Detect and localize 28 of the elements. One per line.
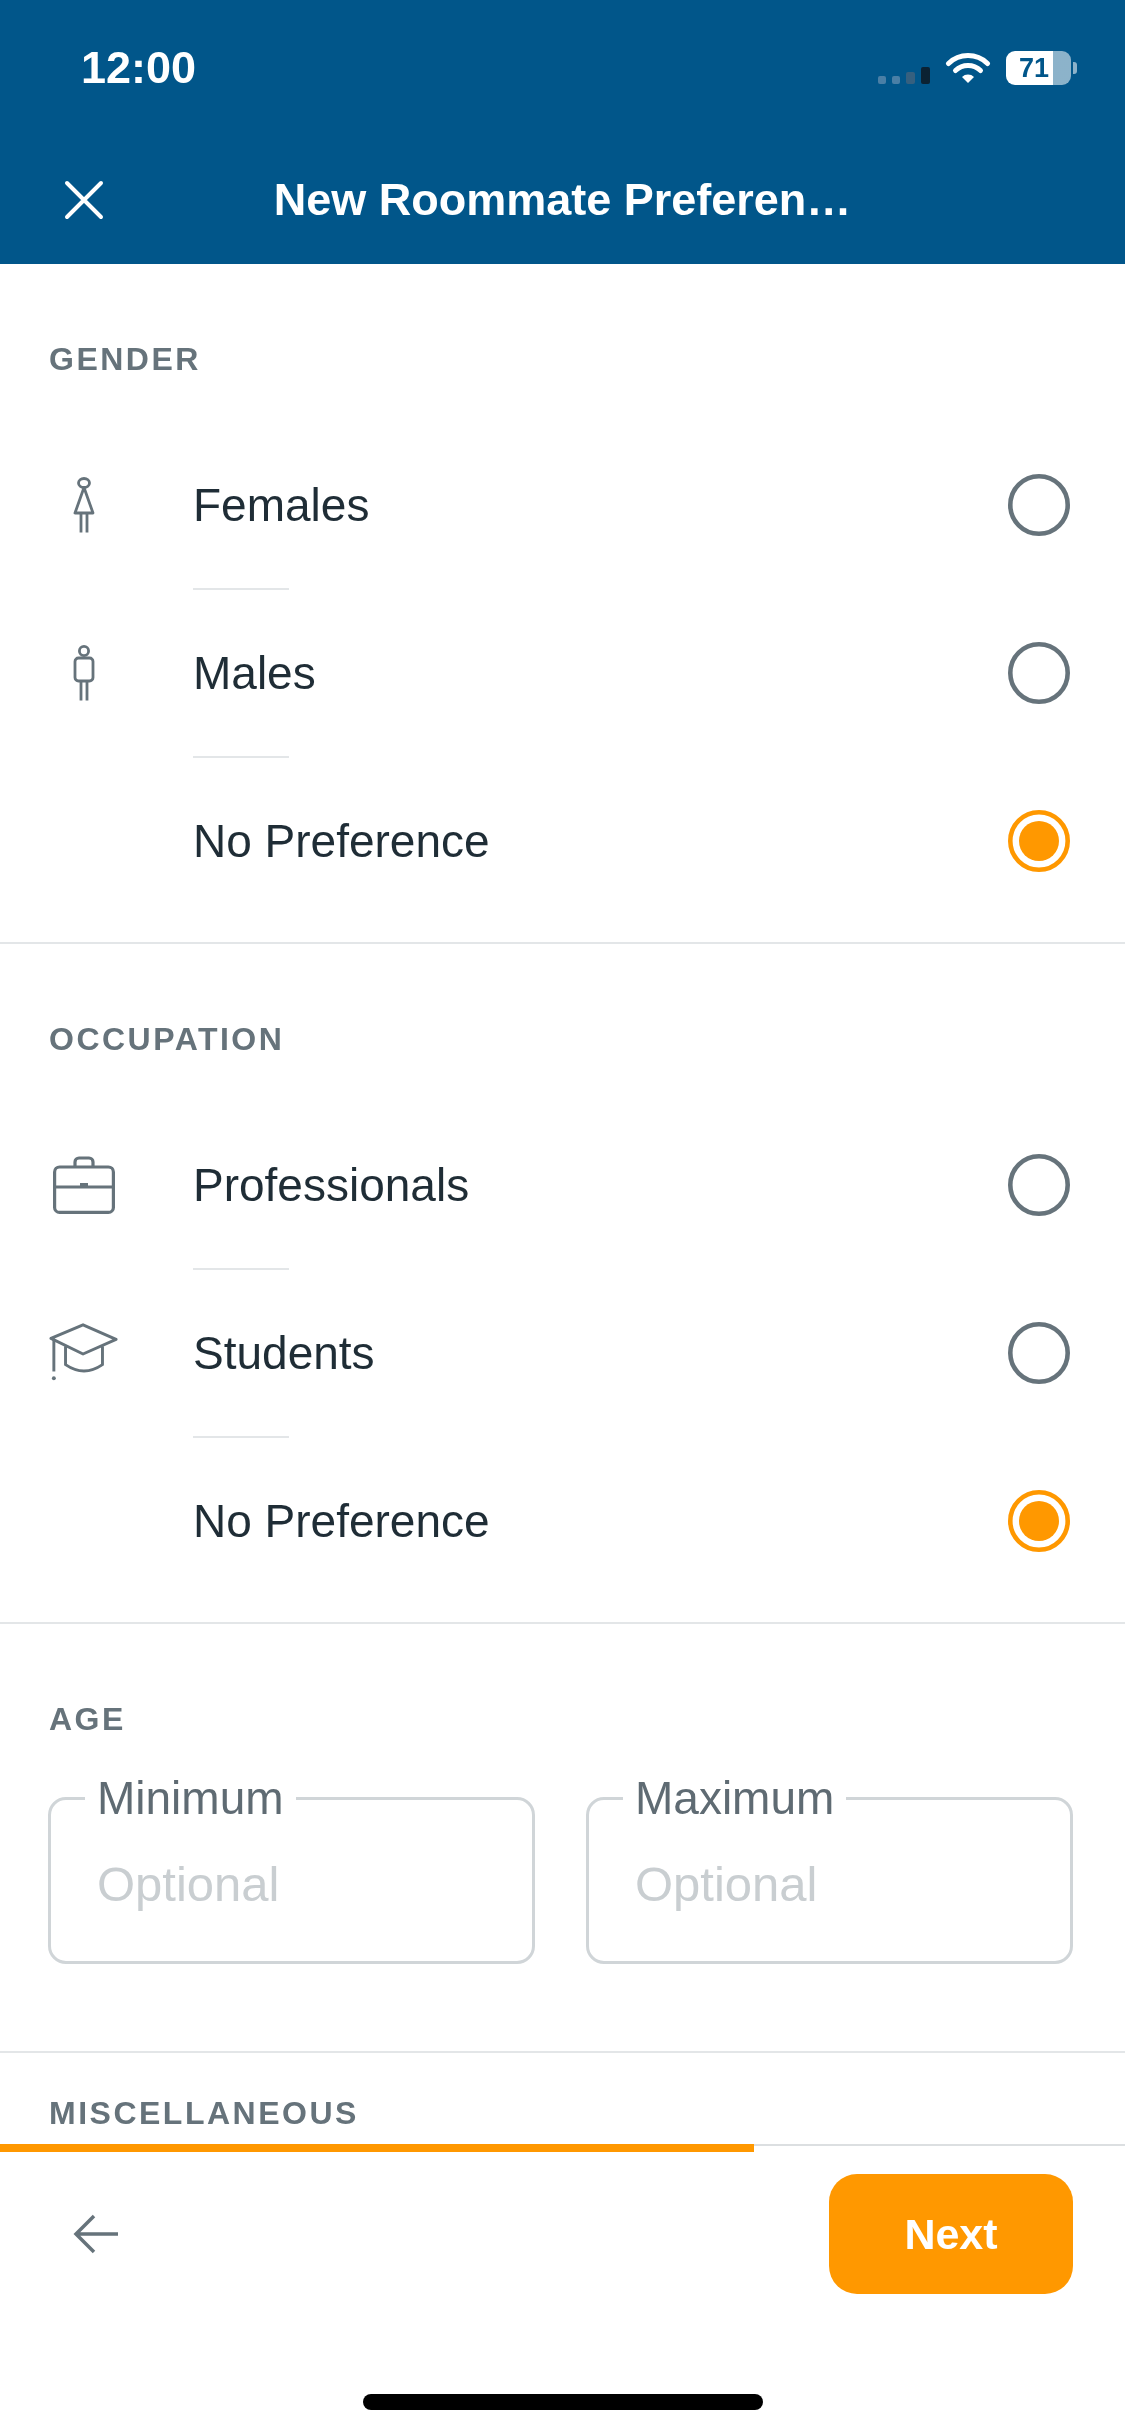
option-label: Professionals (193, 1158, 470, 1212)
radio-button[interactable] (1008, 1322, 1070, 1384)
briefcase-icon (53, 1156, 115, 1214)
back-arrow-icon[interactable] (73, 2214, 119, 2254)
male-figure-icon (72, 645, 96, 701)
field-label: Minimum (96, 1771, 285, 1825)
wifi-icon (945, 51, 991, 85)
section-heading: GENDER (49, 341, 201, 377)
option-label: Students (193, 1326, 375, 1380)
section-heading: OCCUPATION (49, 1021, 285, 1057)
radio-button[interactable] (1008, 810, 1070, 872)
option-label: Females (193, 478, 370, 532)
signal-icon (878, 66, 930, 84)
field-label: Maximum (634, 1771, 836, 1825)
female-figure-icon (72, 477, 96, 533)
radio-button[interactable] (1008, 474, 1070, 536)
radio-button[interactable] (1008, 1490, 1070, 1552)
option-label: No Preference (193, 814, 490, 868)
close-icon[interactable] (64, 180, 104, 220)
section-heading: AGE (49, 1701, 126, 1737)
option-label: No Preference (193, 1494, 490, 1548)
section-heading: MISCELLANEOUS (49, 2095, 359, 2131)
option-label: Males (193, 646, 316, 700)
header-title: New Roommate Preferen… (273, 174, 852, 226)
status-time: 12:00 (81, 42, 197, 94)
battery-percentage: 71 (1019, 54, 1050, 82)
radio-button[interactable] (1008, 642, 1070, 704)
radio-button[interactable] (1008, 1154, 1070, 1216)
